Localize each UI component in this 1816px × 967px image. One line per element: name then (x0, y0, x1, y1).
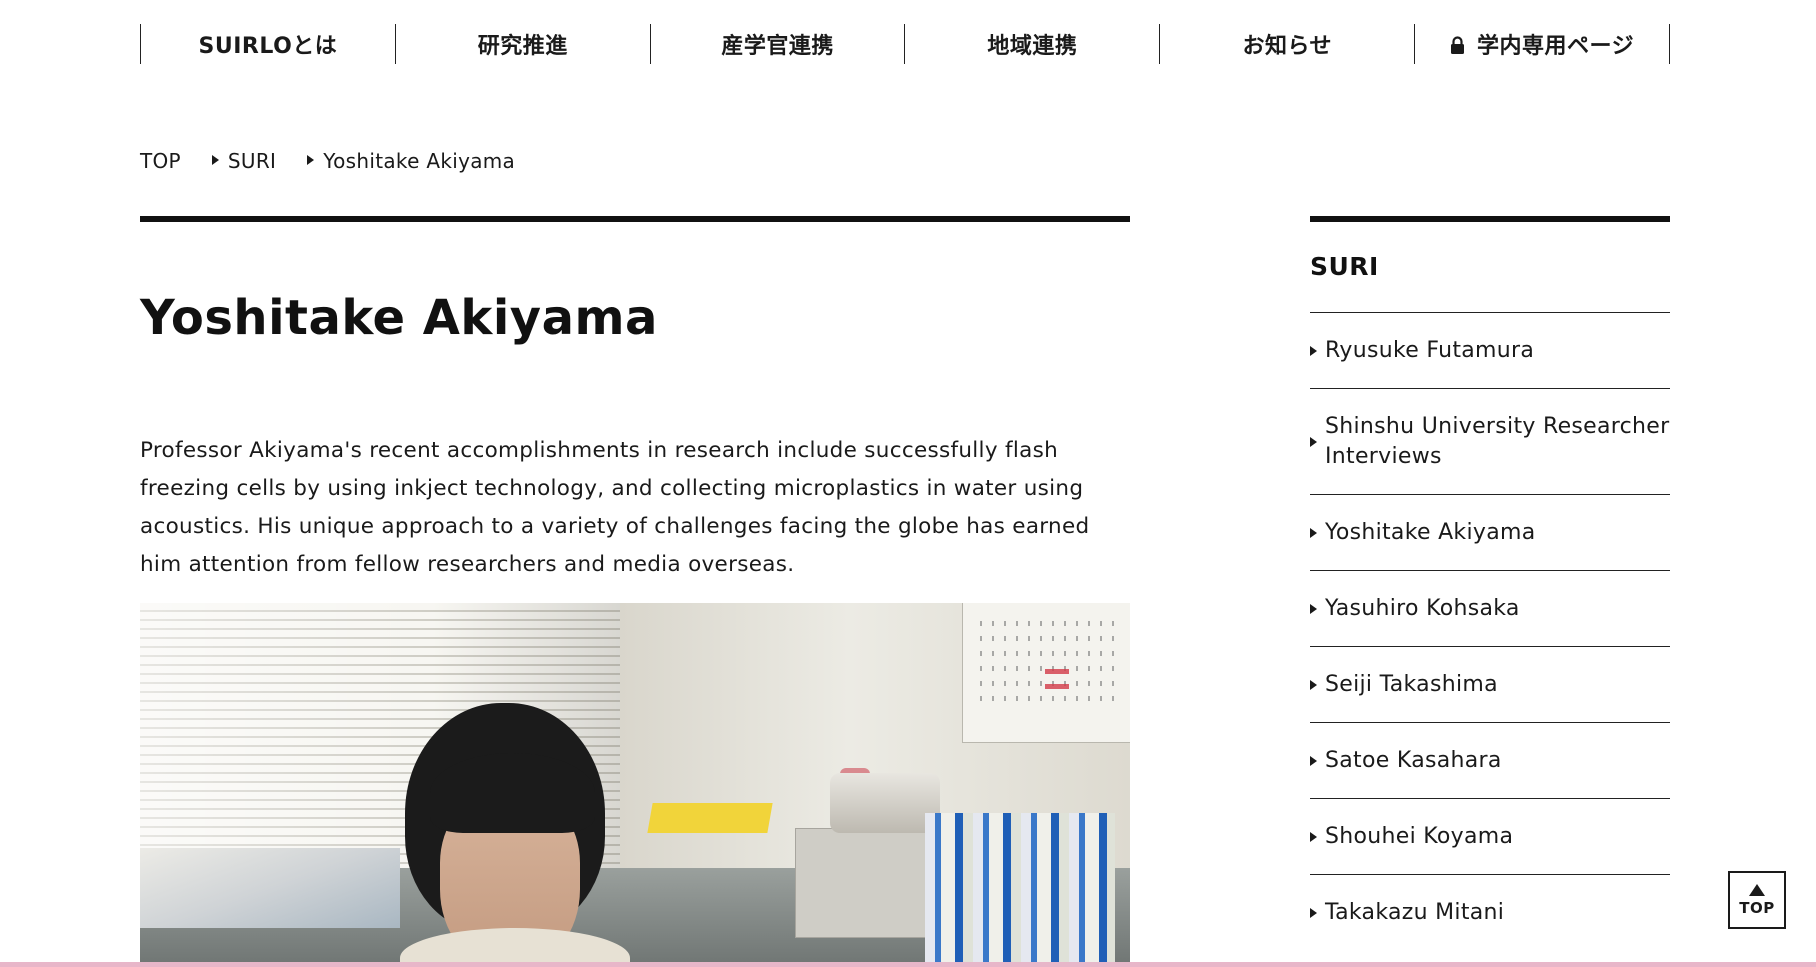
arrow-right-icon (1310, 527, 1317, 538)
sidebar-item-label: Yoshitake Akiyama (1325, 519, 1536, 545)
sidebar-item-label: Shinshu University Researcher Interviews (1325, 413, 1670, 469)
arrow-right-icon (1310, 436, 1317, 447)
breadcrumb-arrow-icon (307, 155, 315, 165)
nav-item-label: お知らせ (1242, 34, 1332, 59)
sidebar-item-label: Takakazu Mitani (1325, 899, 1505, 925)
nav-item-label: 研究推進 (477, 34, 568, 59)
global-nav: SUIRLOとは 研究推進 産学官連携 地域連携 お知らせ 学内専用ページ (140, 24, 1670, 64)
sidebar-item-satoe-kasahara[interactable]: Satoe Kasahara (1310, 722, 1670, 798)
page-title: Yoshitake Akiyama (140, 290, 658, 346)
nav-item-internal[interactable]: 学内専用ページ (1414, 24, 1670, 64)
sidebar-item-seiji-takashima[interactable]: Seiji Takashima (1310, 646, 1670, 722)
researcher-photo (140, 603, 1130, 967)
arrow-right-icon (1310, 831, 1317, 842)
nav-item-label: 産学官連携 (721, 34, 834, 59)
main-divider (140, 216, 1130, 222)
calendar-picture (962, 603, 1130, 743)
arrow-right-icon (1310, 345, 1317, 356)
back-to-top-label: TOP (1739, 899, 1775, 917)
nav-item-industry[interactable]: 産学官連携 (649, 24, 905, 64)
nav-item-label: 地域連携 (987, 34, 1078, 59)
sidebar-divider (1310, 216, 1670, 222)
nav-item-label: SUIRLOとは (198, 34, 338, 59)
arrow-right-icon (1310, 603, 1317, 614)
breadcrumb: TOP SURI Yoshitake Akiyama (140, 149, 515, 173)
sidebar-item-label: Seiji Takashima (1325, 671, 1498, 697)
arrow-right-icon (1310, 755, 1317, 766)
sidebar-item-takakazu-mitani[interactable]: Takakazu Mitani (1310, 874, 1670, 950)
breadcrumb-suri[interactable]: SURI (228, 149, 276, 173)
sidebar-item-researcher-interviews[interactable]: Shinshu University Researcher Interviews (1310, 388, 1670, 494)
sidebar-item-shouhei-koyama[interactable]: Shouhei Koyama (1310, 798, 1670, 874)
sidebar-item-yoshitake-akiyama[interactable]: Yoshitake Akiyama (1310, 494, 1670, 570)
sidebar-title: SURI (1310, 252, 1379, 281)
sidebar-item-label: Ryusuke Futamura (1325, 337, 1535, 363)
arrow-right-icon (1310, 907, 1317, 918)
nav-item-news[interactable]: お知らせ (1159, 24, 1414, 64)
sidebar-item-label: Yasuhiro Kohsaka (1325, 595, 1520, 621)
sidebar-list: Ryusuke Futamura Shinshu University Rese… (1310, 312, 1670, 950)
nav-item-about[interactable]: SUIRLOとは (140, 24, 395, 64)
breadcrumb-top[interactable]: TOP (140, 149, 181, 173)
nav-item-research[interactable]: 研究推進 (394, 24, 650, 64)
sidebar-item-label: Satoe Kasahara (1325, 747, 1502, 773)
nav-item-regional[interactable]: 地域連携 (904, 24, 1159, 64)
sidebar-item-ryusuke-futamura[interactable]: Ryusuke Futamura (1310, 312, 1670, 388)
intro-paragraph: Professor Akiyama's recent accomplishmen… (140, 438, 1090, 577)
nav-item-label: 学内専用ページ (1477, 34, 1635, 59)
sidebar-item-yasuhiro-kohsaka[interactable]: Yasuhiro Kohsaka (1310, 570, 1670, 646)
arrow-up-icon (1749, 884, 1765, 896)
arrow-right-icon (1310, 679, 1317, 690)
breadcrumb-arrow-icon (211, 155, 219, 165)
back-to-top-button[interactable]: TOP (1728, 871, 1786, 929)
bottom-strip (0, 962, 1816, 967)
lock-icon (1451, 36, 1465, 54)
breadcrumb-current: Yoshitake Akiyama (323, 149, 516, 173)
sidebar-item-label: Shouhei Koyama (1325, 823, 1514, 849)
